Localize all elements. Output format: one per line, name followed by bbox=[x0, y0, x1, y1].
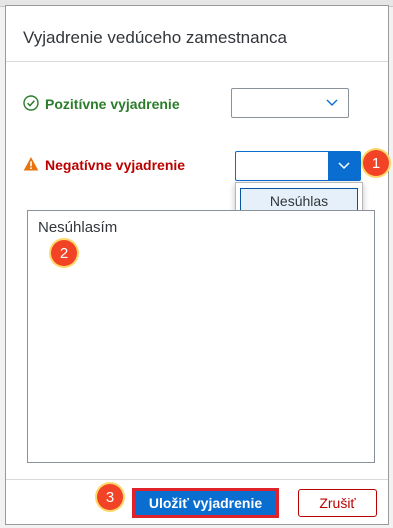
warning-triangle-icon bbox=[23, 157, 39, 171]
dialog-title: Vyjadrenie vedúceho zamestnanca bbox=[23, 28, 287, 47]
positive-statement-label: Pozitívne vyjadrenie bbox=[45, 96, 180, 112]
chevron-down-icon[interactable] bbox=[328, 152, 360, 180]
comment-textarea[interactable]: Nesúhlasím bbox=[27, 210, 375, 463]
negative-statement-label: Negatívne vyjadrenie bbox=[45, 157, 186, 173]
dialog-footer: Uložiť vyjadrenie Zrušiť bbox=[6, 479, 388, 524]
check-circle-icon bbox=[23, 95, 39, 111]
save-statement-button[interactable]: Uložiť vyjadrenie bbox=[132, 488, 279, 518]
negative-statement-select[interactable] bbox=[235, 151, 361, 181]
step-badge-3: 3 bbox=[97, 484, 123, 510]
step-badge-1: 1 bbox=[363, 150, 389, 176]
chevron-down-icon[interactable] bbox=[316, 89, 348, 117]
step-badge-2: 2 bbox=[51, 240, 77, 266]
dialog-header: Vyjadrenie vedúceho zamestnanca bbox=[6, 6, 388, 62]
cancel-button[interactable]: Zrušiť bbox=[298, 489, 377, 517]
positive-statement-select[interactable] bbox=[231, 88, 349, 118]
